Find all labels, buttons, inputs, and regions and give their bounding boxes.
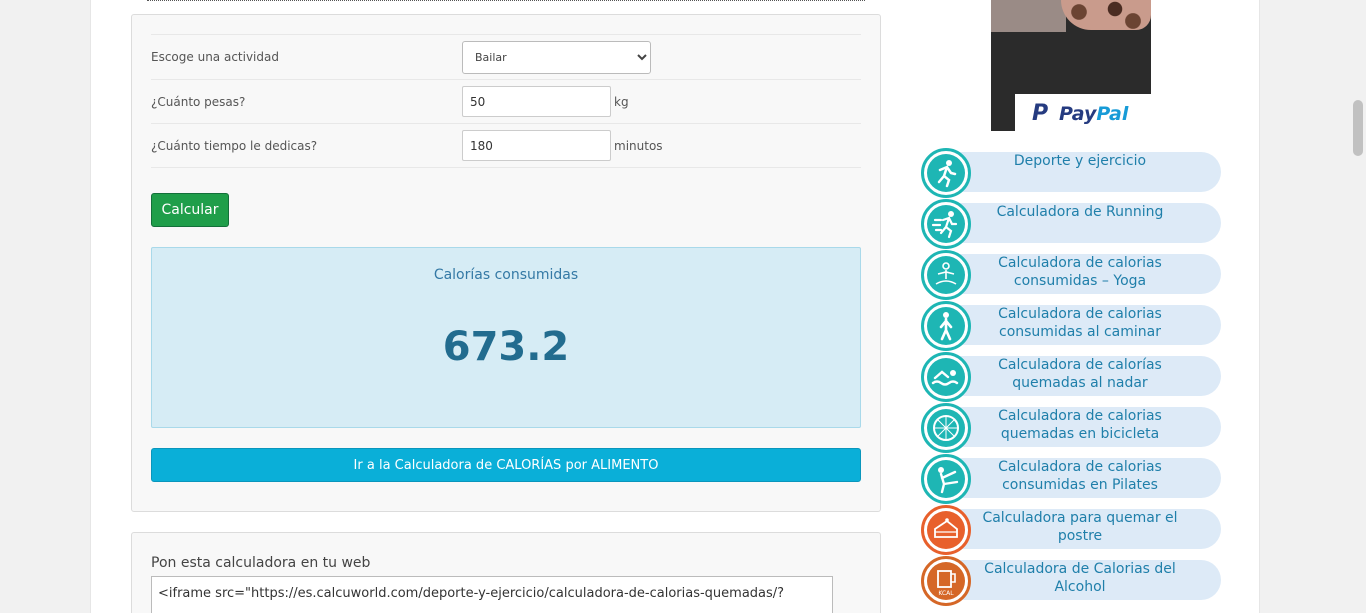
paypal-ad[interactable]: P PayPal [991, 0, 1151, 131]
weight-label: ¿Cuánto pesas? [151, 95, 246, 109]
sidebar-link-alcohol[interactable]: Calculadora de Calorias del Alcohol KCAL [921, 556, 1221, 606]
time-unit: minutos [614, 139, 663, 153]
time-label: ¿Cuánto tiempo le dedicas? [151, 139, 318, 153]
weight-unit: kg [614, 95, 629, 109]
sidebar-link-label: Calculadora de calorías quemadas al nada… [998, 357, 1162, 391]
sidebar-link-label: Calculadora de Running [996, 204, 1164, 220]
sidebar-link-yoga[interactable]: Calculadora de calorias consumidas – Yog… [921, 250, 1221, 300]
pilates-icon [921, 454, 971, 504]
paypal-wordmark: PayPal [1059, 103, 1129, 125]
ad-photo-leopard [1061, 0, 1151, 30]
weight-row: ¿Cuánto pesas? kg [151, 79, 861, 124]
sidebar-link-label: Calculadora de calorias consumidas en Pi… [998, 459, 1162, 493]
food-calculator-button[interactable]: Ir a la Calculadora de CALORÍAS por ALIM… [151, 448, 861, 482]
sidebar-link-label: Calculadora de calorias quemadas en bici… [998, 408, 1162, 442]
sidebar-link-bicicleta[interactable]: Calculadora de calorias quemadas en bici… [921, 403, 1221, 453]
cake-icon [921, 505, 971, 555]
page-scrollbar[interactable] [1349, 0, 1366, 613]
running-fast-icon [921, 199, 971, 249]
swimming-icon [921, 352, 971, 402]
embed-panel: Pon esta calculadora en tu web <iframe s… [131, 532, 881, 613]
svg-text:KCAL: KCAL [938, 590, 954, 597]
sidebar-link-label: Calculadora de calorias consumidas al ca… [998, 306, 1162, 340]
sidebar-link-label: Calculadora para quemar el postre [982, 510, 1178, 544]
walking-icon [921, 301, 971, 351]
bicycle-wheel-icon [921, 403, 971, 453]
sidebar-link-pilates[interactable]: Calculadora de calorias consumidas en Pi… [921, 454, 1221, 504]
embed-code-field[interactable]: <iframe src="https://es.calcuworld.com/d… [151, 576, 833, 613]
sidebar-link-nadar[interactable]: Calculadora de calorías quemadas al nada… [921, 352, 1221, 402]
result-panel: Calorías consumidas 673.2 [151, 247, 861, 428]
sidebar-link-label: Calculadora de calorias consumidas – Yog… [998, 255, 1162, 289]
divider [147, 0, 865, 1]
activity-row: Escoge una actividad Bailar [151, 34, 861, 79]
paypal-logo: P PayPal [1015, 94, 1151, 131]
sidebar-link-label: Calculadora de Calorias del Alcohol [984, 561, 1176, 595]
embed-title: Pon esta calculadora en tu web [151, 555, 371, 571]
sidebar-link-caminar[interactable]: Calculadora de calorias consumidas al ca… [921, 301, 1221, 351]
time-row: ¿Cuánto tiempo le dedicas? minutos [151, 123, 861, 168]
ad-photo-left [991, 0, 1066, 32]
sidebar-link-deporte[interactable]: Deporte y ejercicio [921, 148, 1221, 198]
result-value: 673.2 [442, 324, 570, 370]
sidebar-link-postre[interactable]: Calculadora para quemar el postre [921, 505, 1221, 555]
page-content: Escoge una actividad Bailar ¿Cuánto pesa… [90, 0, 1260, 613]
activity-label: Escoge una actividad [151, 50, 279, 64]
calculate-button[interactable]: Calcular [151, 193, 229, 227]
sidebar-link-label: Deporte y ejercicio [1013, 153, 1147, 169]
time-input[interactable] [462, 130, 611, 161]
result-title: Calorías consumidas [433, 267, 579, 283]
scrollbar-thumb[interactable] [1353, 100, 1363, 156]
calculator-panel: Escoge una actividad Bailar ¿Cuánto pesa… [131, 14, 881, 512]
yoga-icon [921, 250, 971, 300]
runner-icon [921, 148, 971, 198]
beer-kcal-icon: KCAL [921, 556, 971, 606]
paypal-icon: P [1032, 101, 1049, 126]
sidebar-link-running[interactable]: Calculadora de Running [921, 199, 1221, 249]
activity-select[interactable]: Bailar [462, 41, 651, 74]
weight-input[interactable] [462, 86, 611, 117]
